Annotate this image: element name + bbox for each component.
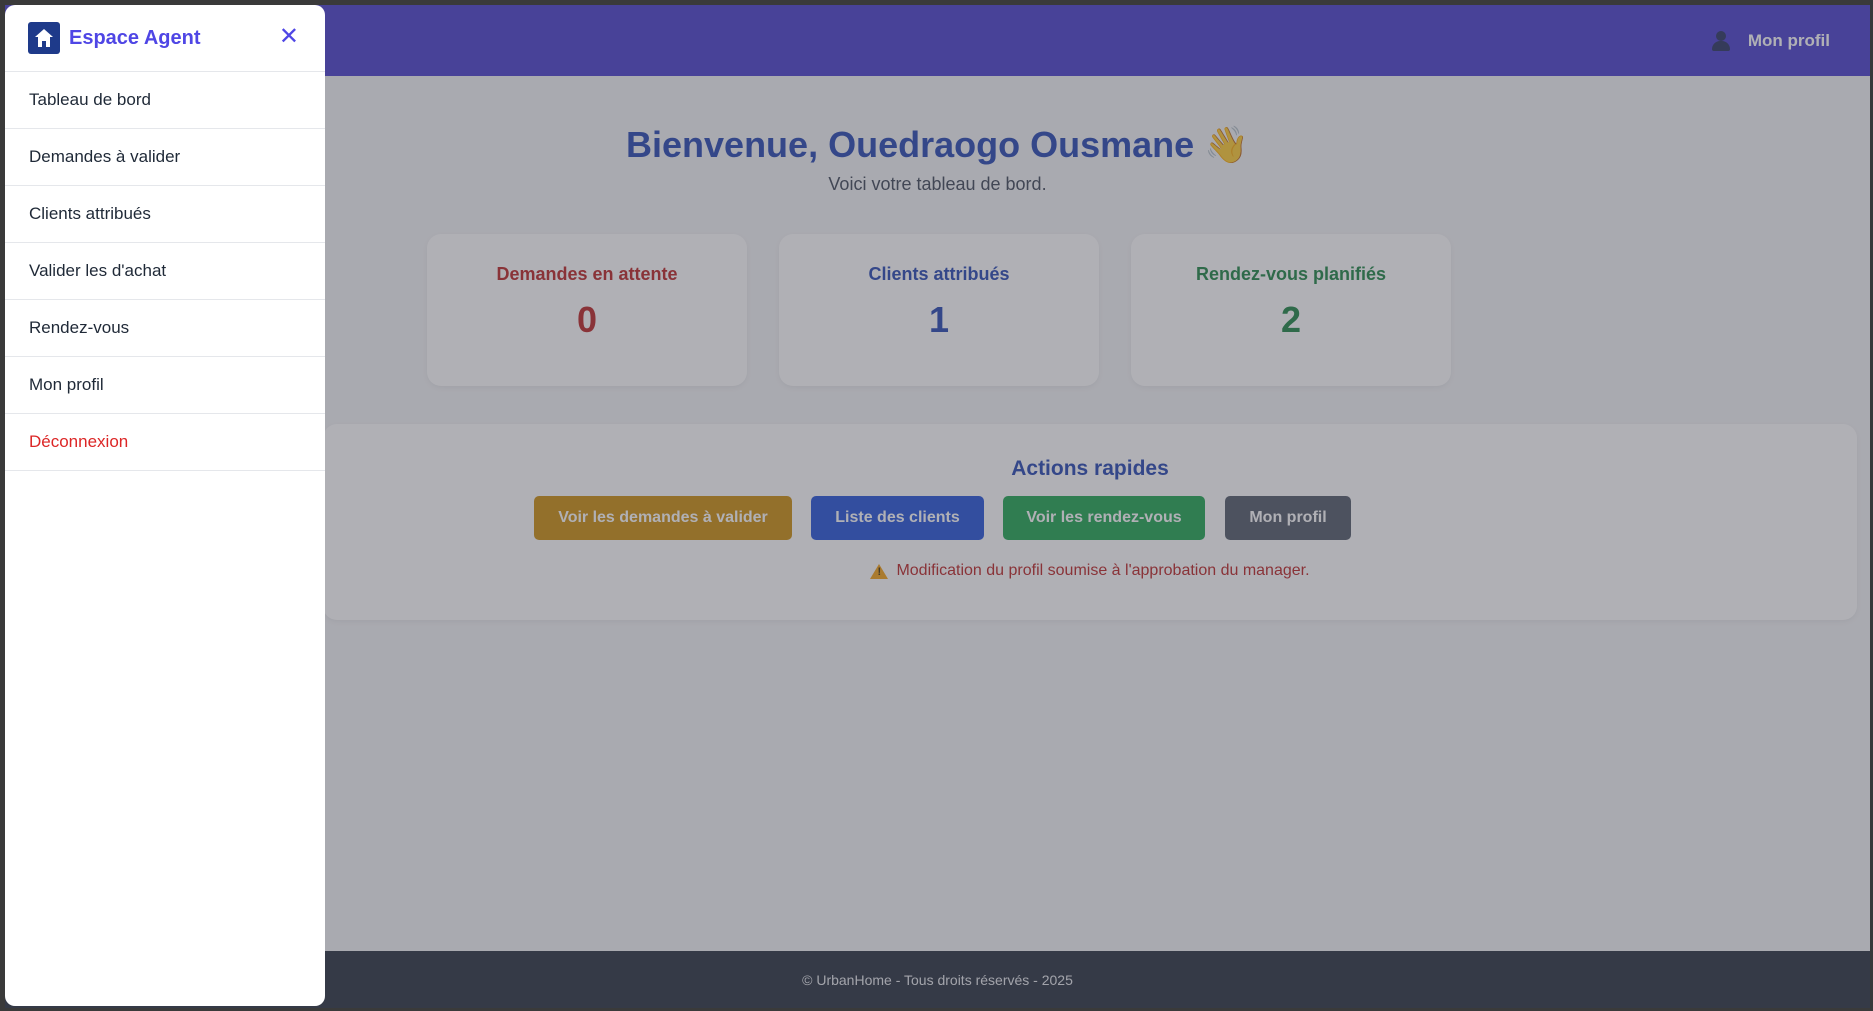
sidebar-item-dashboard[interactable]: Tableau de bord <box>5 72 325 129</box>
sidebar-item-my-profile[interactable]: Mon profil <box>5 357 325 414</box>
sidebar-item-appointments[interactable]: Rendez-vous <box>5 300 325 357</box>
sidebar-item-requests-to-validate[interactable]: Demandes à valider <box>5 129 325 186</box>
sidebar-title: Espace Agent <box>69 26 201 49</box>
sidebar-item-assigned-clients[interactable]: Clients attribués <box>5 186 325 243</box>
home-icon <box>28 22 60 54</box>
sidebar-item-logout[interactable]: Déconnexion <box>5 414 325 471</box>
close-icon[interactable]: ✕ <box>279 25 299 49</box>
sidebar-drawer: Espace Agent ✕ Tableau de bord Demandes … <box>5 5 325 1006</box>
sidebar-item-validate-purchases[interactable]: Valider les d'achat <box>5 243 325 300</box>
sidebar-header: Espace Agent ✕ <box>5 5 325 72</box>
